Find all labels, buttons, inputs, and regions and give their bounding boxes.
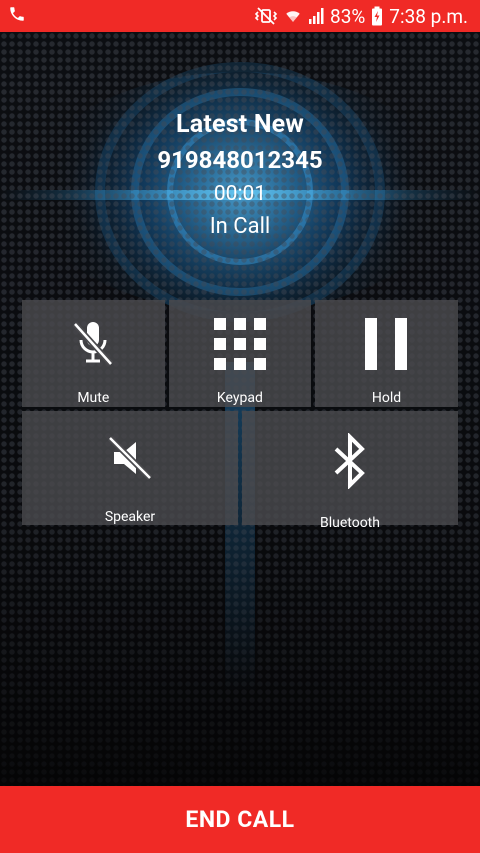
wifi-icon bbox=[284, 7, 302, 25]
call-state: In Call bbox=[209, 214, 271, 239]
battery-percent: 83% bbox=[330, 4, 366, 28]
status-bar-right: 83% 7:38 p.m. bbox=[254, 5, 468, 28]
call-controls: Mute Keypad Hold Speaker Bluetooth bbox=[22, 300, 458, 531]
caller-name: Latest New bbox=[176, 110, 304, 139]
call-controls-row-1: Mute Keypad Hold bbox=[22, 300, 458, 407]
status-bar: 83% 7:38 p.m. bbox=[0, 0, 480, 32]
speaker-button[interactable]: Speaker bbox=[22, 411, 238, 525]
speaker-label: Speaker bbox=[104, 509, 156, 525]
caller-number: 919848012345 bbox=[157, 146, 323, 174]
call-timer: 00:01 bbox=[213, 182, 267, 206]
phone-icon bbox=[8, 5, 26, 27]
battery-charging-icon bbox=[371, 6, 383, 26]
in-call-screen: 83% 7:38 p.m. Latest New 919848012345 00… bbox=[0, 0, 480, 853]
keypad-button[interactable]: Keypad bbox=[168, 300, 312, 407]
status-time: 7:38 p.m. bbox=[389, 4, 468, 28]
bluetooth-icon bbox=[332, 433, 368, 489]
keypad-label: Keypad bbox=[216, 390, 263, 406]
mute-label: Mute bbox=[77, 390, 110, 406]
caller-info: Latest New 919848012345 00:01 In Call bbox=[0, 108, 480, 244]
dialpad-icon bbox=[213, 318, 266, 370]
pause-icon bbox=[365, 318, 408, 370]
bluetooth-label: Bluetooth bbox=[320, 515, 380, 531]
signal-icon bbox=[308, 7, 324, 25]
call-controls-row-2: Speaker Bluetooth bbox=[22, 411, 458, 531]
mute-button[interactable]: Mute bbox=[22, 300, 165, 407]
status-bar-left bbox=[8, 5, 26, 27]
hold-button[interactable]: Hold bbox=[315, 300, 458, 407]
bluetooth-button[interactable]: Bluetooth bbox=[242, 411, 458, 531]
mic-off-icon bbox=[71, 318, 115, 370]
hold-label: Hold bbox=[371, 390, 402, 406]
end-call-button[interactable]: END CALL bbox=[0, 786, 480, 853]
vibrate-mute-icon bbox=[254, 7, 278, 25]
speaker-off-icon bbox=[106, 433, 154, 483]
